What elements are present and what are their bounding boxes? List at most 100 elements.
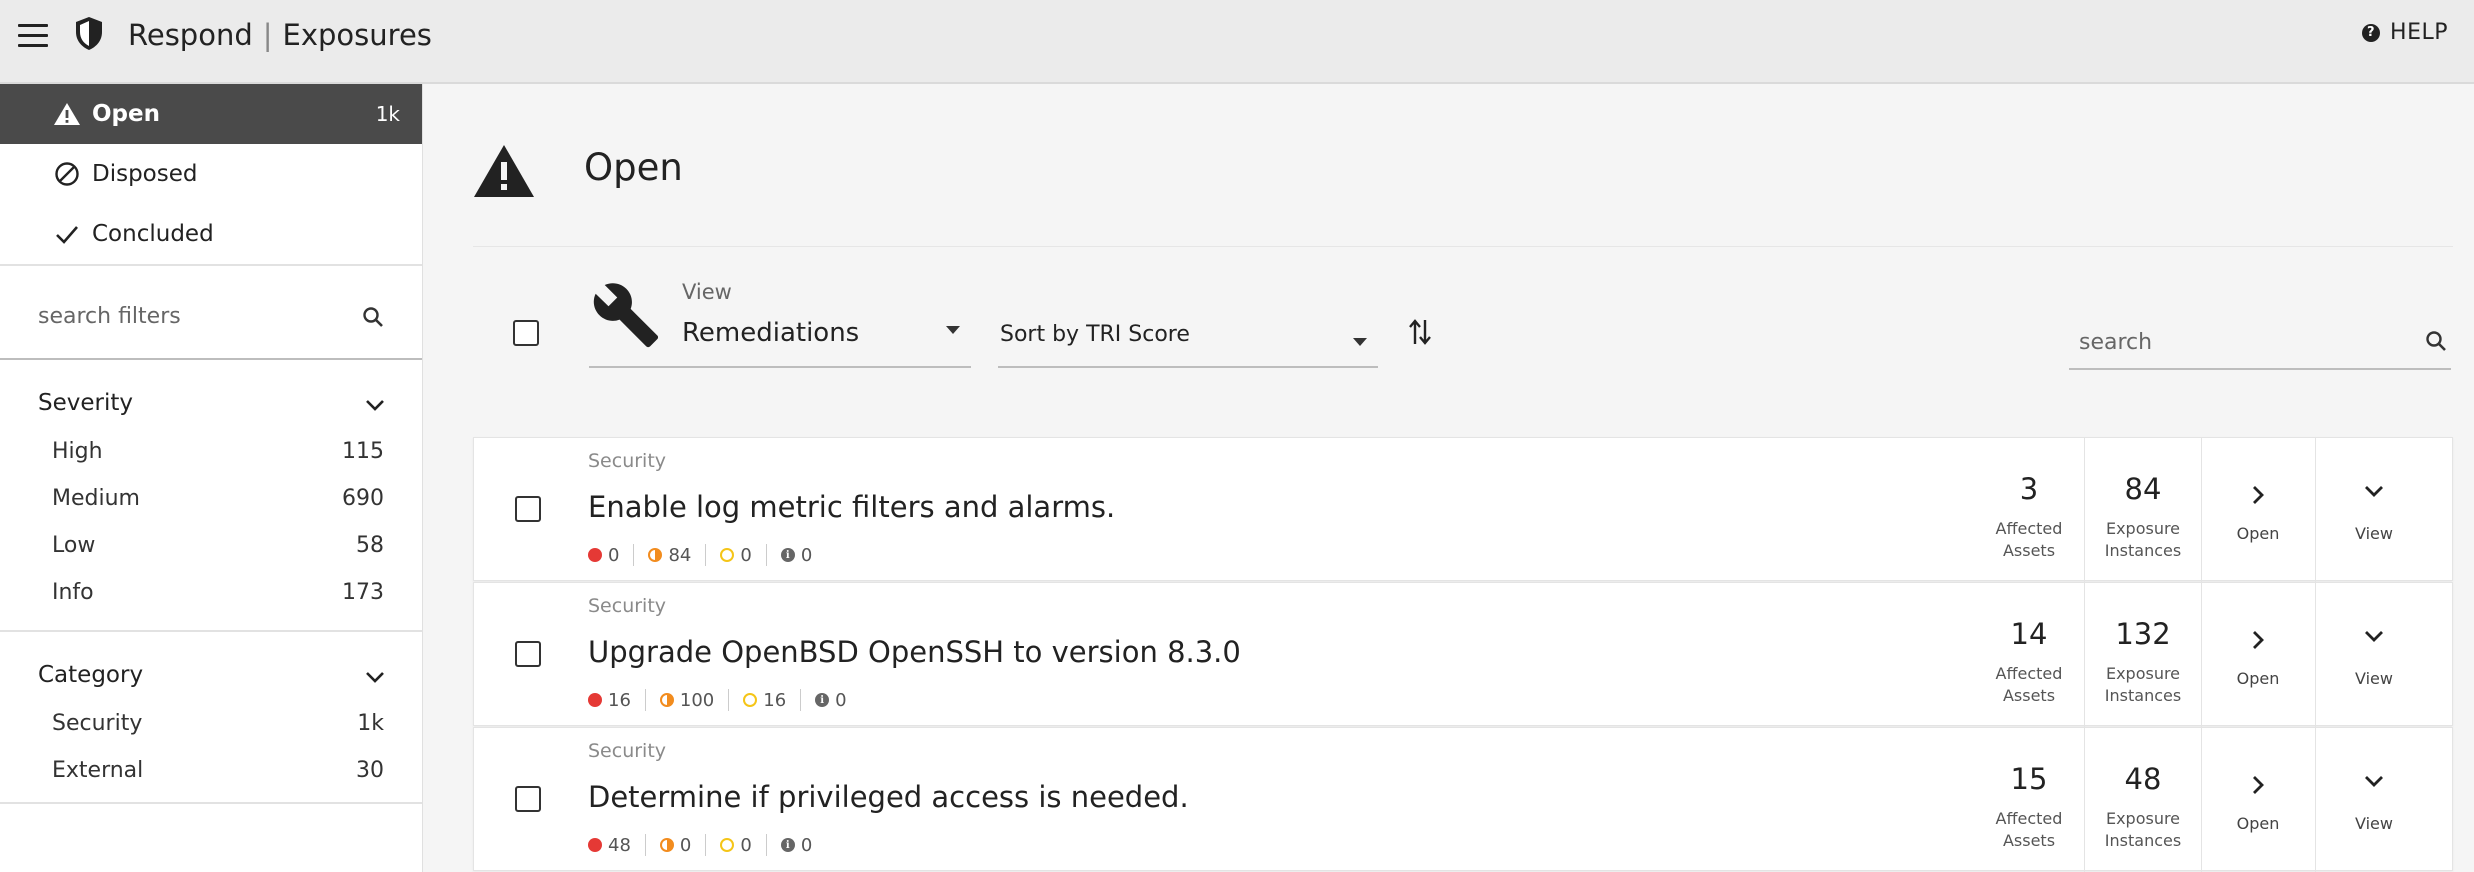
open-button[interactable]: Open: [2201, 438, 2316, 582]
low-count: 0: [740, 834, 752, 856]
search-icon[interactable]: [2425, 330, 2447, 356]
toolbar: View Remediations Sort by TRI Score sear…: [473, 274, 2453, 374]
remediation-card[interactable]: Security Upgrade OpenBSD OpenSSH to vers…: [473, 582, 2453, 727]
severity-counts: 16 100 16 i0: [588, 689, 875, 711]
select-all-checkbox[interactable]: [513, 320, 539, 346]
disposed-icon: [52, 161, 82, 187]
sort-direction-icon[interactable]: [1408, 318, 1432, 350]
app-name: Respond: [128, 18, 253, 52]
search-icon[interactable]: [362, 306, 384, 332]
remediation-category: Security: [588, 740, 667, 762]
caret-down-icon[interactable]: [1352, 332, 1368, 351]
filter-count: 115: [342, 439, 384, 464]
status-open[interactable]: Open 1k: [0, 84, 422, 144]
remediation-title[interactable]: Upgrade OpenBSD OpenSSH to version 8.3.0: [588, 635, 1241, 669]
view-select[interactable]: View Remediations: [589, 274, 971, 368]
chevron-down-icon[interactable]: [364, 664, 386, 690]
open-button[interactable]: Open: [2201, 728, 2316, 872]
filter-search[interactable]: search filters: [0, 266, 422, 360]
low-count: 0: [740, 544, 752, 566]
filter-severity-medium[interactable]: Medium 690: [0, 475, 422, 522]
section-name: Exposures: [282, 18, 432, 52]
severity-high: 0: [588, 544, 635, 566]
remediation-title[interactable]: Enable log metric filters and alarms.: [588, 490, 1115, 524]
status-count: 1k: [375, 102, 400, 126]
app-title: Respond | Exposures: [128, 18, 432, 52]
chevron-down-icon[interactable]: [364, 392, 386, 418]
view-label: View: [2355, 524, 2393, 543]
filter-label: Medium: [52, 486, 140, 511]
main-content: Open View Remediations Sort by TRI Score…: [423, 84, 2474, 872]
remediation-title[interactable]: Determine if privileged access is needed…: [588, 780, 1189, 814]
low-severity-icon: [720, 838, 735, 852]
category-filter-group: Category Security 1k External 30: [0, 632, 422, 794]
remediation-card[interactable]: Security Enable log metric filters and a…: [473, 437, 2453, 582]
sort-select[interactable]: Sort by TRI Score: [998, 314, 1378, 368]
exposure-instances-label: Exposure Instances: [2104, 809, 2182, 850]
search-field[interactable]: search: [2069, 318, 2451, 370]
row-checkbox[interactable]: [515, 641, 541, 667]
severity-info: i0: [780, 544, 826, 566]
help-button[interactable]: ? HELP: [2362, 20, 2448, 45]
open-label: Open: [2236, 669, 2280, 688]
severity-high: 16: [588, 689, 646, 711]
filter-severity-info[interactable]: Info 173: [0, 569, 422, 616]
filter-count: 58: [356, 533, 384, 558]
exposure-instances-count: 84: [2124, 472, 2162, 506]
low-severity-icon: [720, 548, 735, 562]
medium-count: 100: [679, 689, 715, 711]
filter-severity-high[interactable]: High 115: [0, 428, 422, 475]
view-label: View: [2355, 814, 2393, 833]
filter-search-input[interactable]: search filters: [38, 304, 181, 329]
status-label: Open: [92, 101, 160, 127]
caret-down-icon[interactable]: [945, 320, 961, 339]
view-button[interactable]: View: [2317, 438, 2431, 582]
exposure-instances-count: 48: [2124, 762, 2162, 796]
chevron-down-icon: [2317, 629, 2431, 643]
sidebar: Open 1k Disposed Concluded search filter…: [0, 84, 423, 872]
remediation-card[interactable]: Security Determine if privileged access …: [473, 727, 2453, 872]
info-icon: i: [780, 548, 795, 562]
view-button[interactable]: View: [2317, 728, 2431, 872]
check-icon: [52, 223, 82, 245]
affected-assets-metric: 15 Affected Assets: [1974, 728, 2085, 872]
high-count: 48: [608, 834, 631, 856]
filter-category-security[interactable]: Security 1k: [0, 700, 422, 747]
medium-count: 0: [679, 834, 692, 856]
severity-counts: 48 0 0 i0: [588, 834, 840, 856]
severity-medium: 100: [659, 689, 730, 711]
view-label: View: [2355, 669, 2393, 688]
status-disposed[interactable]: Disposed: [0, 144, 422, 204]
filter-category-external[interactable]: External 30: [0, 747, 422, 794]
search-input[interactable]: search: [2079, 330, 2152, 355]
exposure-instances-label: Exposure Instances: [2104, 519, 2182, 560]
filter-label: High: [52, 439, 103, 464]
medium-severity-icon: [659, 693, 674, 707]
severity-low: 0: [720, 544, 767, 566]
row-checkbox[interactable]: [515, 786, 541, 812]
row-checkbox[interactable]: [515, 496, 541, 522]
open-button[interactable]: Open: [2201, 583, 2316, 727]
divider: [0, 802, 422, 804]
affected-assets-metric: 14 Affected Assets: [1974, 583, 2085, 727]
open-label: Open: [2236, 524, 2280, 543]
warning-icon: [473, 144, 535, 202]
medium-severity-icon: [648, 548, 663, 562]
filter-severity-low[interactable]: Low 58: [0, 522, 422, 569]
view-button[interactable]: View: [2317, 583, 2431, 727]
remediation-category: Security: [588, 595, 667, 617]
severity-info: i0: [815, 689, 860, 711]
severity-medium: 0: [659, 834, 707, 856]
severity-filter-header[interactable]: Severity: [0, 378, 422, 428]
menu-icon[interactable]: [18, 24, 48, 48]
category-filter-header[interactable]: Category: [0, 650, 422, 700]
filter-count: 30: [356, 758, 384, 783]
chevron-right-icon: [2201, 484, 2315, 506]
info-icon: i: [780, 838, 795, 852]
status-concluded[interactable]: Concluded: [0, 204, 422, 264]
affected-assets-label: Affected Assets: [1995, 809, 2063, 850]
status-label: Concluded: [92, 221, 214, 247]
affected-assets-count: 15: [2010, 762, 2048, 796]
filter-label: Low: [52, 533, 96, 558]
chevron-right-icon: [2201, 774, 2315, 796]
